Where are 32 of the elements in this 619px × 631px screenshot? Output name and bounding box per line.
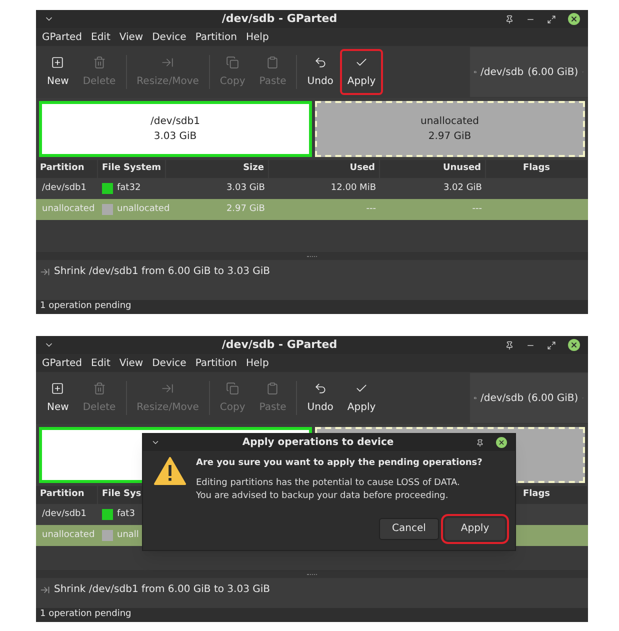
dialog-message: You are advised to backup your data before proceeding. [196, 490, 450, 503]
status-text: 1 operation pending [40, 300, 132, 314]
table-cell-text: unallocated [42, 202, 95, 216]
device-size: (6.00 GiB) [528, 66, 578, 80]
table-cell-text: /dev/sdb1 [42, 508, 86, 521]
table-cell-text: --- [366, 202, 376, 216]
status-text: 1 operation pending [40, 608, 132, 622]
partition-size: 3.03 GiB [154, 130, 197, 144]
window-title: /dev/sdb - GParted [220, 10, 338, 27]
table-cell-text: 12.00 MiB [330, 182, 376, 195]
table-cell-text: unallocated [117, 202, 170, 216]
device-name: /dev/sdb [480, 66, 524, 80]
log-entry: Shrink /dev/sdb1 from 6.00 GiB to 3.03 GiB [54, 265, 270, 279]
table-cell-text: 3.02 GiB [443, 182, 482, 195]
table-cell-text: fat3 [117, 508, 135, 521]
device-size: (6.00 GiB) [528, 392, 578, 406]
partition-name: unallocated [420, 115, 480, 129]
window-title: /dev/sdb - GParted [220, 336, 338, 353]
partition-name: /dev/sdb1 [150, 115, 200, 129]
table-cell-text: --- [472, 202, 482, 216]
table-cell-text: /dev/sdb1 [42, 182, 86, 195]
table-cell-text: fat32 [117, 182, 141, 195]
table-cell-text: unallocated [42, 528, 95, 542]
device-name: /dev/sdb [480, 392, 524, 406]
dialog-message: Editing partitions has the potential to cause LOSS of DATA. [196, 476, 461, 490]
partition-size: 2.97 GiB [428, 130, 472, 144]
table-cell-text: unall [117, 528, 139, 542]
dialog-title: Apply operations to device [241, 436, 395, 450]
table-cell-text: 2.97 GiB [226, 202, 265, 216]
table-cell-text: 3.03 GiB [226, 182, 265, 195]
log-entry: Shrink /dev/sdb1 from 6.00 GiB to 3.03 GiB [54, 583, 270, 597]
dialog-heading: Are you sure you want to apply the pending operations? [196, 457, 482, 470]
